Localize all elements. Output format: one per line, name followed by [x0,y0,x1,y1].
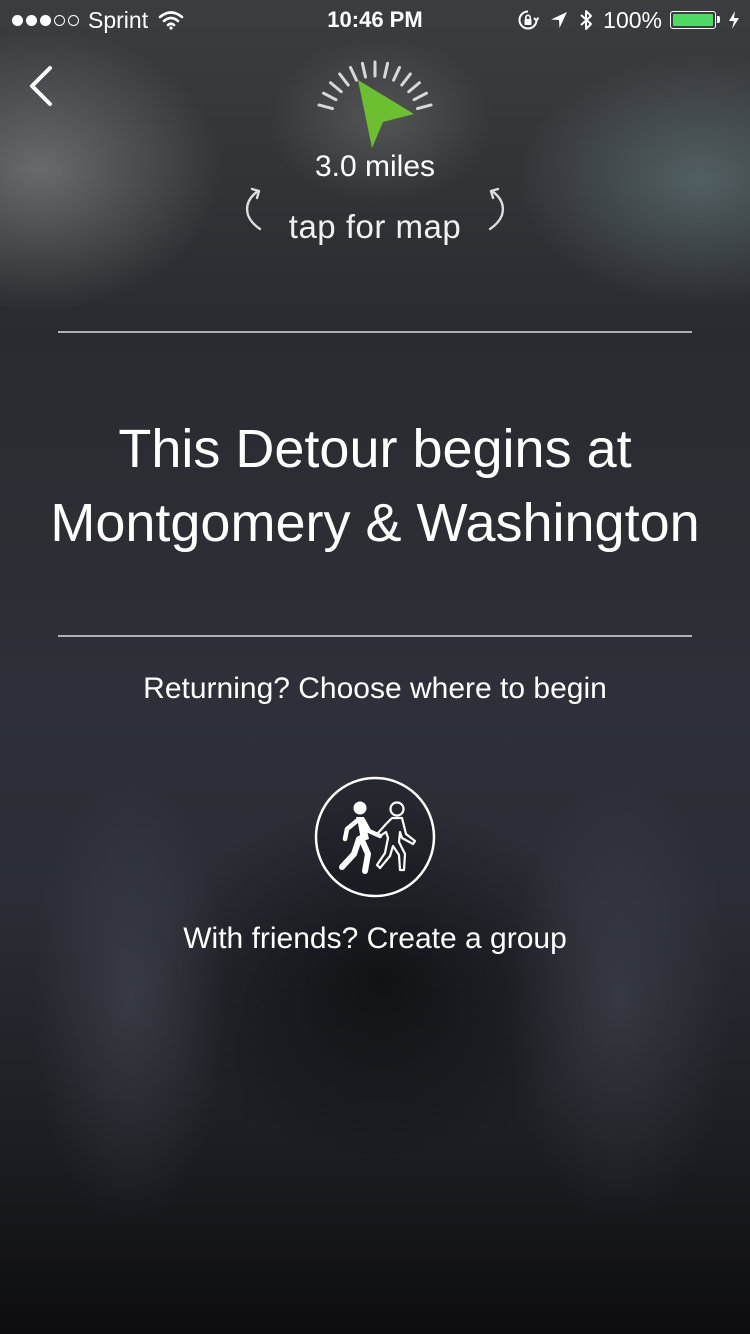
divider [58,635,692,637]
walking-friends-icon[interactable] [314,776,436,898]
divider [58,331,692,333]
battery-fill [673,14,713,26]
create-group-link[interactable]: With friends? Create a group [0,922,750,956]
curved-arrow-right-icon [488,187,505,231]
direction-arrow-icon [358,80,414,148]
chevron-left-icon[interactable] [22,62,62,110]
status-bar-right: 100% [507,0,740,40]
compass-tick [383,61,390,79]
bluetooth-icon [580,10,593,30]
compass-tick [412,91,428,102]
compass-tick [317,103,334,111]
charging-bolt-icon [729,11,739,29]
compass-tick [407,81,421,94]
compass-tick [360,61,367,79]
compass-tick [348,65,358,82]
compass-tick [400,72,412,87]
headline-line-1: This Detour begins at [118,419,632,479]
location-arrow-icon [551,12,568,28]
tap-for-map-label: tap for map [288,208,462,245]
choose-start-point-link[interactable]: Returning? Choose where to begin [0,672,750,706]
compass-tick [338,72,350,87]
compass-tick [392,65,402,82]
detour-start-headline: This Detour begins at Montgomery & Washi… [0,412,750,560]
compass-tick [416,103,433,111]
detour-start-screen: Sprint 10:46 PM 100% 3.0 miles tap for m… [0,0,750,1334]
battery-percent: 100% [603,7,662,33]
orientation-lock-icon [518,10,540,30]
compass-tick [329,81,343,94]
distance-label[interactable]: 3.0 miles [0,150,750,184]
tap-for-map-button[interactable]: tap for map [0,180,750,245]
battery-icon [670,11,720,29]
headline-line-2: Montgomery & Washington [50,493,700,553]
compass-direction-icon[interactable] [300,42,450,152]
compass-tick [322,91,338,102]
status-bar: Sprint 10:46 PM 100% [0,0,750,40]
